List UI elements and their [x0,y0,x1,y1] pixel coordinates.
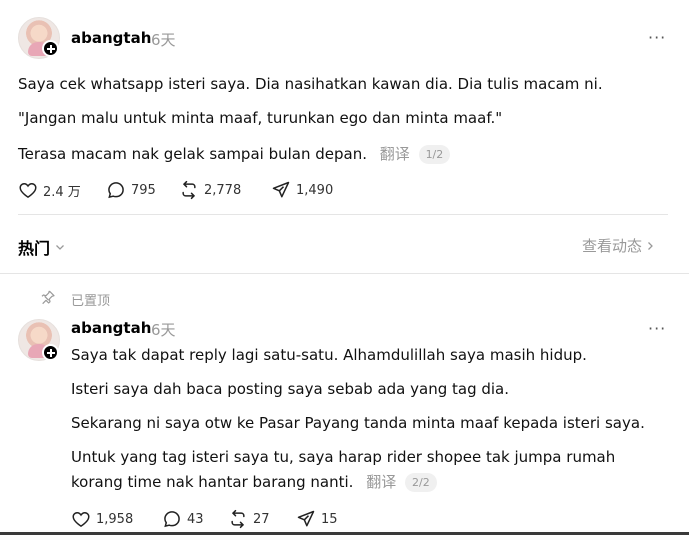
repost-count: 2,778 [204,182,242,198]
translate-link[interactable]: 翻译 [380,145,410,163]
comment-icon [164,511,180,528]
reply-time: 6天 [151,321,176,339]
section-divider [0,273,689,274]
repost-count: 27 [253,511,270,527]
follow-plus-icon[interactable] [42,344,59,361]
share-count: 15 [321,511,338,527]
comment-count: 43 [187,511,204,527]
repost-icon [231,509,245,529]
repost-button[interactable]: 2,778 [179,180,241,200]
share-count: 1,490 [296,182,334,198]
reply-paragraph: Saya tak dapat reply lagi satu-satu. Alh… [71,346,587,364]
more-icon[interactable]: ··· [648,28,666,47]
reply-paragraph: Untuk yang tag isteri saya tu, saya hara… [71,448,616,466]
post-paragraph-text: Terasa macam nak gelak sampai bulan depa… [18,145,367,163]
like-count: 2.4 万 [43,184,81,200]
like-button[interactable]: 1,958 [71,509,133,529]
pinned-label: 已置顶 [71,294,111,309]
reply-paragraph: Isteri saya dah baca posting saya sebab … [71,380,510,398]
post-paragraph-last: Terasa macam nak gelak sampai bulan depa… [18,143,451,164]
share-button[interactable]: 15 [296,509,338,529]
like-button[interactable]: 2.4 万 [18,180,81,200]
share-icon [272,181,290,198]
reply-paragraph: Sekarang ni saya otw ke Pasar Payang tan… [71,414,645,432]
reply-paragraph-last: korang time nak hantar barang nanti. 翻译 … [71,471,437,492]
reply-username[interactable]: abangtah [71,319,151,337]
reply-paragraph-text: korang time nak hantar barang nanti. [71,473,354,491]
share-button[interactable]: 1,490 [271,180,333,200]
comment-count: 795 [131,182,156,198]
post-paragraph: Saya cek whatsapp isteri saya. Dia nasih… [18,75,603,93]
divider [18,214,668,215]
chevron-down-icon [56,245,64,250]
post-time: 6天 [151,31,176,49]
heart-icon [72,511,90,527]
page-indicator: 1/2 [418,145,451,164]
translate-link[interactable]: 翻译 [366,473,396,491]
chevron-right-icon [648,241,653,250]
pin-icon [41,290,55,305]
sort-label: 热门 [18,239,51,258]
share-icon [297,510,315,527]
post-paragraph: "Jangan malu untuk minta maaf, turunkan … [18,109,503,127]
repost-icon [182,180,196,200]
like-count: 1,958 [96,511,134,527]
view-activity-label: 查看动态 [582,237,643,255]
sort-dropdown[interactable]: 热门 [18,235,66,259]
follow-plus-icon[interactable] [42,40,59,57]
comment-icon [108,182,124,199]
post-username[interactable]: abangtah [71,29,151,47]
comment-button[interactable]: 43 [162,509,204,529]
repost-button[interactable]: 27 [228,509,270,529]
page-indicator: 2/2 [404,473,437,492]
more-icon[interactable]: ··· [648,319,666,338]
heart-icon [19,182,37,198]
comment-button[interactable]: 795 [106,180,156,200]
view-activity-link[interactable]: 查看动态 [582,235,656,256]
